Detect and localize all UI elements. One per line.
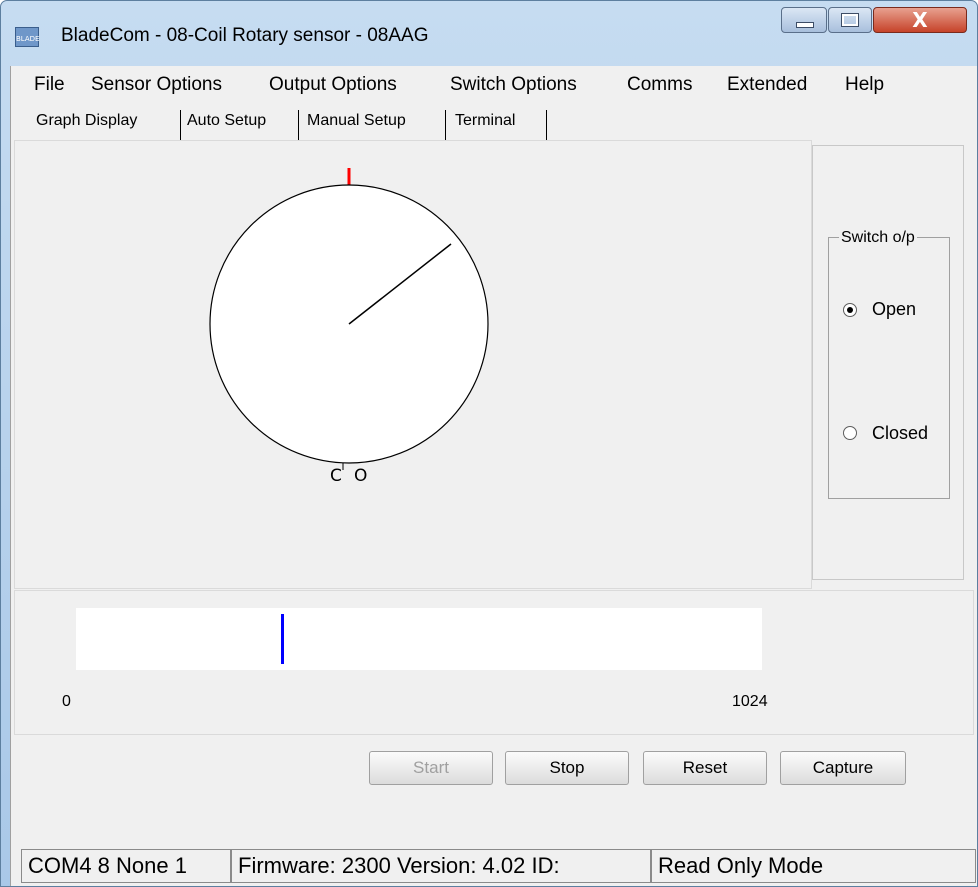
position-bar xyxy=(76,608,762,670)
tab-separator xyxy=(546,110,547,142)
title-bar[interactable]: BLADE BladeCom - 08-Coil Rotary sensor -… xyxy=(1,1,977,47)
radio-open-label[interactable]: Open xyxy=(872,299,916,320)
tab-separator xyxy=(298,110,299,142)
status-port: COM4 8 None 1 xyxy=(21,849,231,883)
minimize-icon xyxy=(796,22,814,28)
position-marker xyxy=(281,614,284,664)
close-icon: X xyxy=(912,8,928,32)
dial-label-open: O xyxy=(354,466,368,486)
reset-button[interactable]: Reset xyxy=(643,751,767,785)
scale-min-label: 0 xyxy=(62,693,71,710)
menu-switch-options[interactable]: Switch Options xyxy=(450,74,577,96)
menu-extended[interactable]: Extended xyxy=(727,74,807,96)
tab-graph-display[interactable]: Graph Display xyxy=(36,112,137,130)
switch-output-group xyxy=(828,237,950,499)
menu-output-options[interactable]: Output Options xyxy=(269,74,397,96)
menu-bar: File Sensor Options Output Options Switc… xyxy=(10,68,976,100)
radio-closed-label[interactable]: Closed xyxy=(872,423,928,444)
tab-separator xyxy=(445,110,446,142)
status-mode: Read Only Mode xyxy=(651,849,976,883)
start-button[interactable]: Start xyxy=(369,751,493,785)
capture-button[interactable]: Capture xyxy=(780,751,906,785)
maximize-button[interactable] xyxy=(828,7,872,33)
radio-closed[interactable] xyxy=(843,426,857,440)
menu-help[interactable]: Help xyxy=(845,74,884,96)
menu-file[interactable]: File xyxy=(34,74,65,96)
radio-open[interactable] xyxy=(843,303,857,317)
tab-terminal[interactable]: Terminal xyxy=(455,112,515,130)
app-icon: BLADE xyxy=(15,27,39,47)
rotary-dial xyxy=(209,168,489,470)
tab-manual-setup[interactable]: Manual Setup xyxy=(307,112,406,130)
menu-sensor-options[interactable]: Sensor Options xyxy=(91,74,222,96)
maximize-icon xyxy=(841,13,859,27)
close-button[interactable]: X xyxy=(873,7,967,33)
tab-auto-setup[interactable]: Auto Setup xyxy=(187,112,266,130)
window-title: BladeCom - 08-Coil Rotary sensor - 08AAG xyxy=(61,25,429,46)
status-bar: COM4 8 None 1 Firmware: 2300 Version: 4.… xyxy=(21,849,976,885)
scale-max-label: 1024 xyxy=(732,693,768,710)
switch-output-label: Switch o/p xyxy=(839,229,917,247)
tab-separator xyxy=(180,110,181,142)
minimize-button[interactable] xyxy=(781,7,827,33)
dial-label-close: C xyxy=(330,466,342,486)
stop-button[interactable]: Stop xyxy=(505,751,629,785)
status-firmware: Firmware: 2300 Version: 4.02 ID: xyxy=(231,849,651,883)
menu-comms[interactable]: Comms xyxy=(627,74,692,96)
